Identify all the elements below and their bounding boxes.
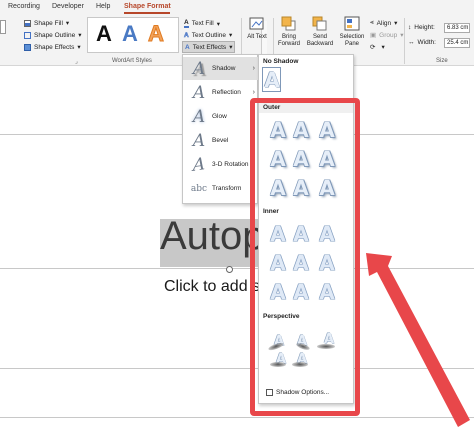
red-arrow-shape (366, 253, 470, 427)
red-arrow-annotation (366, 253, 470, 427)
